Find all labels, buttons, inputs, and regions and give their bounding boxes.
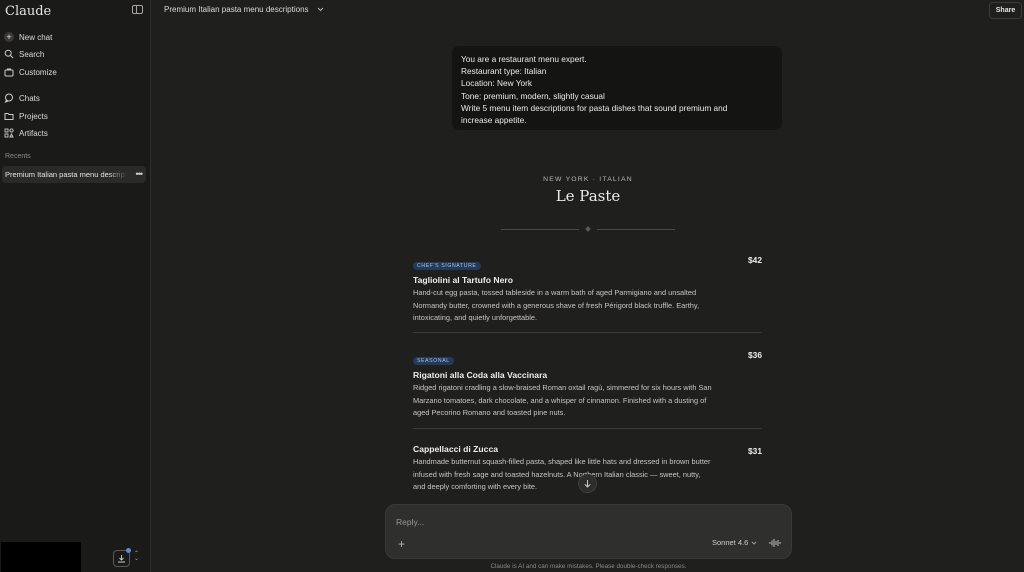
dish-description-line: Marzano tomatoes, dark chocolate, and a … bbox=[413, 395, 707, 405]
dish-name: Rigatoni alla Coda alla Vaccinara bbox=[413, 370, 548, 380]
reply-input[interactable] bbox=[396, 515, 696, 529]
menu-dish: SEASONAL $36 Rigatoni alla Coda alla Vac… bbox=[413, 349, 763, 420]
new-chat-button[interactable]: + New chat bbox=[4, 29, 52, 45]
chevron-updown-icon[interactable]: ⌃ ⌄ bbox=[134, 551, 139, 562]
conversation-title: Premium Italian pasta menu descriptions bbox=[164, 5, 309, 14]
dish-description: Hand-cut egg pasta, tossed tableside in … bbox=[413, 287, 763, 325]
divider-ornament bbox=[585, 226, 591, 232]
search-label: Search bbox=[19, 49, 45, 59]
claude-logo[interactable]: Claude bbox=[5, 4, 51, 19]
dish-separator bbox=[413, 428, 762, 429]
artifacts-button[interactable]: Artifacts bbox=[4, 125, 48, 141]
dish-description: Ridged rigatoni cradling a slow-braised … bbox=[413, 382, 763, 420]
download-icon bbox=[118, 555, 125, 563]
divider-line bbox=[501, 229, 579, 230]
sidebar-toggle-icon[interactable] bbox=[132, 5, 143, 14]
dish-description-line: Handmade butternut squash-filled pasta, … bbox=[413, 457, 711, 466]
dish-name: Cappellacci di Zucca bbox=[413, 444, 499, 454]
dish-description-line: intoxicating, and quietly unforgettable. bbox=[413, 313, 538, 322]
user-message-line: increase appetite. bbox=[461, 115, 527, 126]
reply-composer: + Sonnet 4.6 bbox=[385, 504, 792, 559]
dish-price: $31 bbox=[748, 446, 762, 456]
new-chat-label: New chat bbox=[19, 32, 53, 42]
search-icon bbox=[4, 49, 14, 59]
dish-price: $42 bbox=[748, 255, 762, 265]
user-message-line: Restaurant type: Italian bbox=[461, 66, 547, 77]
customize-label: Customize bbox=[19, 67, 57, 77]
dish-description-line: aged Pecorino Romano and toasted pine nu… bbox=[413, 408, 566, 417]
user-message-bubble: You are a restaurant menu expert. Restau… bbox=[452, 46, 782, 130]
chats-button[interactable]: Chats bbox=[4, 90, 40, 106]
user-message-line: Location: New York bbox=[461, 78, 533, 89]
chat-bubble-icon bbox=[4, 93, 14, 103]
dish-badge: CHEF'S SIGNATURE bbox=[413, 262, 481, 270]
claude-app: Claude + New chat Search Customize Chats bbox=[0, 0, 1024, 572]
chats-label: Chats bbox=[19, 93, 40, 103]
shapes-icon bbox=[4, 128, 14, 138]
arrow-down-icon bbox=[584, 480, 591, 488]
briefcase-icon bbox=[4, 67, 14, 77]
user-message-line: Write 5 menu item descriptions for pasta… bbox=[461, 102, 728, 113]
dish-description-line: Normandy butter, crowned with a generous… bbox=[413, 300, 700, 310]
dish-name: Tagliolini al Tartufo Nero bbox=[413, 275, 513, 285]
search-button[interactable]: Search bbox=[4, 46, 44, 62]
menu-kicker: NEW YORK · ITALIAN bbox=[543, 176, 633, 183]
dish-price: $36 bbox=[748, 350, 762, 360]
recent-chat-label: Premium Italian pasta menu descriptions bbox=[5, 170, 127, 179]
divider-line bbox=[597, 229, 675, 230]
dish-badge: SEASONAL bbox=[413, 357, 454, 365]
dish-description-line: Ridged rigatoni cradling a slow-braised … bbox=[413, 383, 712, 392]
more-options-icon[interactable]: ••• bbox=[136, 169, 144, 179]
plus-icon: + bbox=[4, 32, 14, 42]
user-message-line: You are a restaurant menu expert. bbox=[461, 54, 587, 64]
user-account-area[interactable] bbox=[1, 542, 81, 572]
dish-description-line: Hand-cut egg pasta, tossed tableside in … bbox=[413, 288, 697, 297]
menu-heading: Le Paste bbox=[555, 187, 621, 205]
conversation-title-button[interactable]: Premium Italian pasta menu descriptions bbox=[164, 5, 324, 14]
add-attachment-button[interactable]: + bbox=[398, 538, 405, 550]
folder-icon bbox=[4, 111, 14, 121]
projects-button[interactable]: Projects bbox=[4, 108, 48, 124]
dish-separator bbox=[413, 332, 762, 333]
sidebar: Claude + New chat Search Customize Chats bbox=[0, 0, 151, 572]
artifacts-label: Artifacts bbox=[19, 128, 48, 138]
user-message-line: Tone: premium, modern, slightly casual bbox=[461, 90, 605, 101]
recent-chat-item[interactable]: Premium Italian pasta menu descriptions … bbox=[2, 166, 146, 183]
chevron-down-icon bbox=[317, 7, 323, 12]
notification-dot bbox=[126, 548, 131, 553]
customize-button[interactable]: Customize bbox=[4, 64, 57, 80]
chevron-down-icon bbox=[751, 540, 757, 545]
projects-label: Projects bbox=[19, 111, 48, 121]
model-name: Sonnet 4.6 bbox=[712, 538, 749, 547]
scroll-to-bottom-button[interactable] bbox=[578, 474, 597, 493]
voice-mode-button[interactable] bbox=[769, 537, 781, 549]
disclaimer-text: Claude is AI and can make mistakes. Plea… bbox=[490, 563, 687, 570]
model-selector[interactable]: Sonnet 4.6 bbox=[712, 538, 757, 547]
recents-heading: Recents bbox=[5, 153, 31, 160]
waveform-icon bbox=[769, 539, 781, 547]
menu-dish: CHEF'S SIGNATURE $42 Tagliolini al Tartu… bbox=[413, 254, 763, 325]
share-button[interactable]: Share bbox=[989, 2, 1022, 19]
